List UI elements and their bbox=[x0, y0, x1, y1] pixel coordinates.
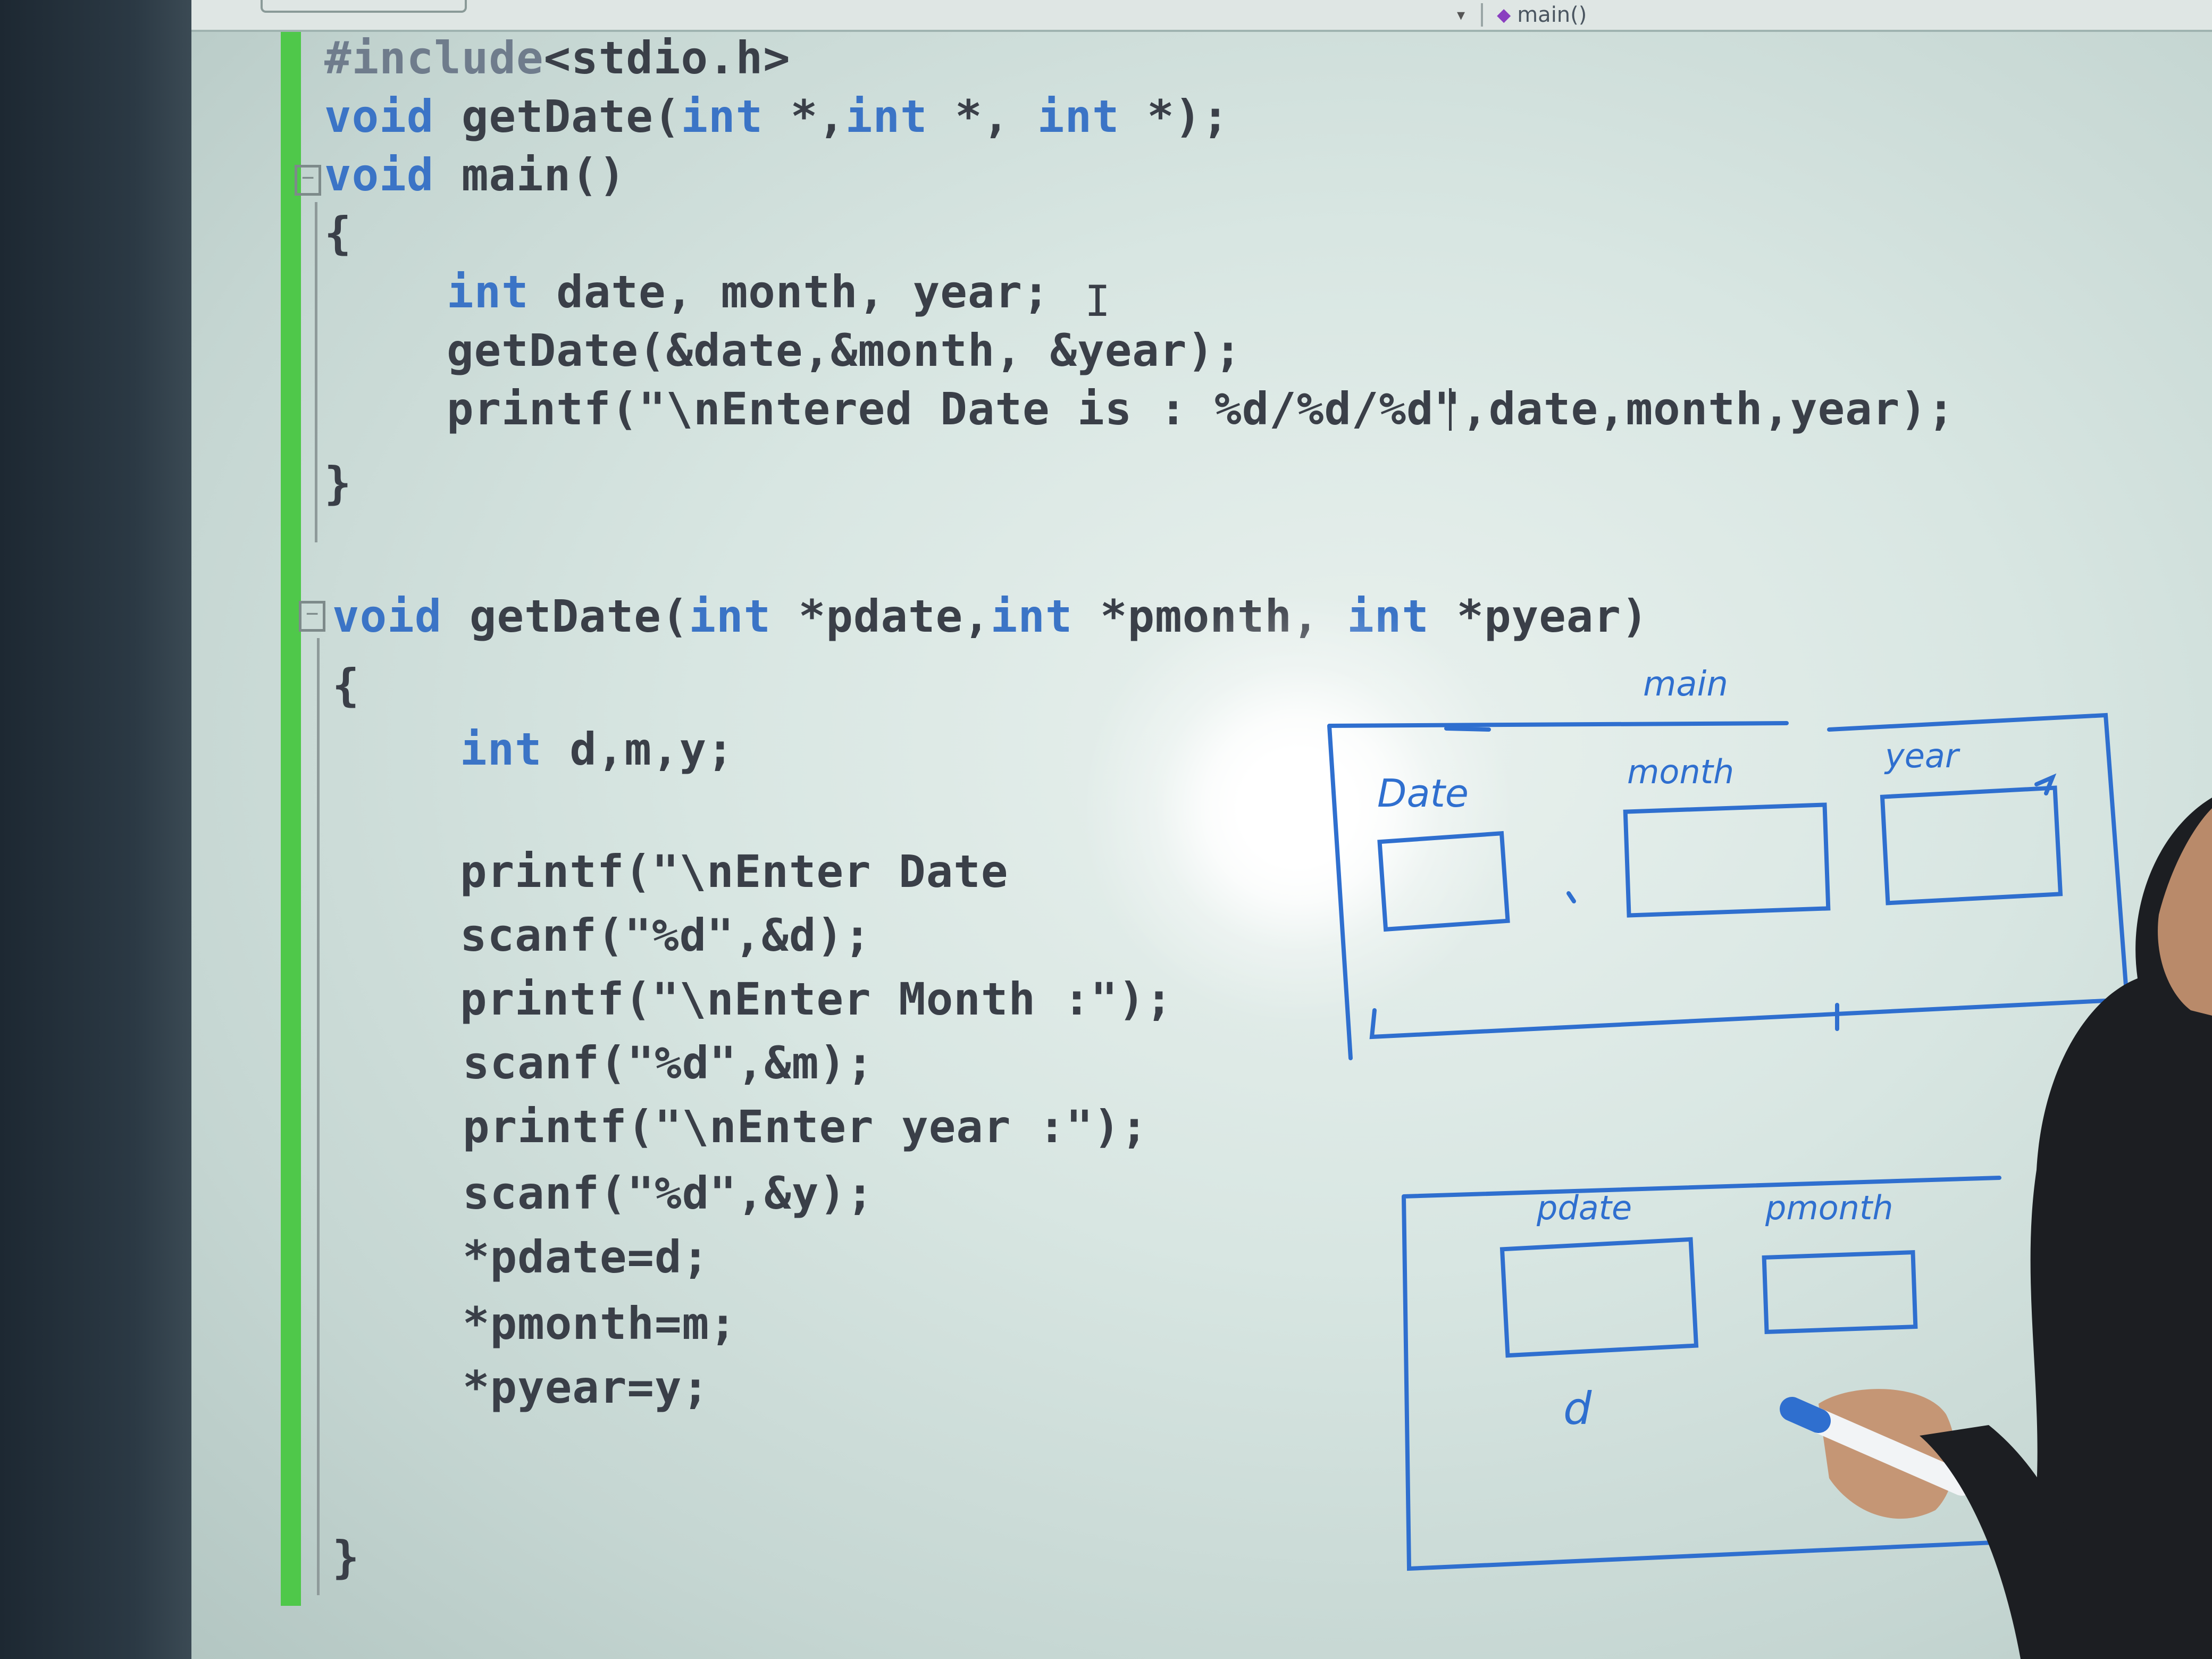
code-text: *pdate=d; bbox=[463, 1231, 710, 1283]
code-text: scanf("%d",&d); bbox=[460, 909, 872, 961]
method-icon: ◆ bbox=[1497, 4, 1511, 26]
code-text: } bbox=[332, 1531, 360, 1583]
collapse-main-icon[interactable]: − bbox=[295, 165, 321, 196]
code-text: scanf("%d",&m); bbox=[463, 1037, 874, 1089]
code-keyword: int bbox=[681, 90, 764, 143]
code-text: printf("\nEnter year :"); bbox=[463, 1101, 1149, 1153]
code-line[interactable]: { bbox=[324, 207, 352, 259]
code-keyword: void bbox=[324, 90, 434, 143]
pmonth-box-label: pmonth bbox=[1765, 1188, 1893, 1227]
code-line[interactable]: scanf("%d",&m); bbox=[463, 1037, 874, 1089]
code-line[interactable]: void getDate(int *,int *, int *); bbox=[324, 90, 1229, 143]
code-text: { bbox=[332, 659, 360, 711]
code-text: *pdate, bbox=[771, 590, 991, 642]
code-text: scanf("%d",&y); bbox=[463, 1167, 874, 1219]
code-text: { bbox=[324, 207, 352, 259]
code-keyword: int bbox=[1347, 590, 1429, 642]
fold-guide-getdate bbox=[317, 638, 320, 1595]
code-line[interactable]: } bbox=[332, 1531, 360, 1583]
collapse-getdate-icon[interactable]: − bbox=[299, 601, 325, 632]
code-line[interactable]: printf("\nEnter year :"); bbox=[463, 1101, 1148, 1153]
code-text: getDate( bbox=[434, 90, 681, 143]
pyear-box-label: pyear bbox=[2074, 1164, 2163, 1201]
member-dropdown-label: main() bbox=[1517, 3, 1587, 27]
code-line[interactable]: printf("\nEnter Month :"); bbox=[460, 973, 1173, 1025]
code-line[interactable]: void getDate(int *pdate,int *pmonth, int… bbox=[332, 590, 1649, 642]
code-line[interactable]: int d,m,y; bbox=[460, 723, 734, 775]
code-preprocessor: #include bbox=[324, 32, 544, 84]
code-keyword: int bbox=[447, 266, 529, 318]
date-box-label: Date bbox=[1377, 771, 1469, 816]
code-line[interactable]: { bbox=[332, 659, 360, 711]
code-line[interactable]: printf("\nEntered Date is : %d/%d/%d",da… bbox=[447, 383, 1955, 435]
code-line[interactable]: } bbox=[324, 457, 352, 509]
code-text: *pyear) bbox=[1429, 590, 1649, 642]
chevron-down-icon[interactable]: ▾ bbox=[1457, 6, 1465, 24]
code-text: d,m,y; bbox=[542, 723, 734, 775]
code-line[interactable]: *pdate=d; bbox=[463, 1231, 709, 1283]
member-dropdown[interactable]: ▾ ◆ main() bbox=[1457, 3, 1587, 27]
code-line[interactable]: #include<stdio.h> bbox=[324, 32, 791, 84]
year-box bbox=[1880, 785, 2063, 906]
change-tracking-bar bbox=[281, 32, 301, 1606]
code-text: printf("\nEntered Date is : %d/%d/%d",da… bbox=[447, 383, 1955, 435]
main-frame-title: main bbox=[1643, 665, 1728, 704]
getdate-frame-outline bbox=[1402, 1176, 2007, 1571]
code-text: *pyear=y; bbox=[463, 1361, 710, 1413]
code-line[interactable]: *pmonth=m; bbox=[463, 1297, 737, 1350]
code-text: *pmonth, bbox=[1073, 590, 1347, 642]
month-box-label: month bbox=[1627, 752, 1735, 791]
code-keyword: int bbox=[990, 590, 1073, 642]
code-line[interactable]: void main() bbox=[324, 149, 626, 201]
projected-ide-screen: ▾ ◆ main() − − #include<stdio.h> void get… bbox=[191, 0, 2212, 1659]
code-text: *); bbox=[1119, 90, 1229, 143]
code-text: } bbox=[324, 457, 352, 509]
editor-navigation-bar: ▾ ◆ main() bbox=[191, 0, 2212, 32]
code-text: getDate(&date,&month, &year); bbox=[447, 324, 1242, 376]
year-box-label: year bbox=[1885, 736, 1959, 775]
code-keyword: void bbox=[332, 590, 442, 642]
pdate-box-label: pdate bbox=[1537, 1188, 1632, 1227]
code-text: <stdio.h> bbox=[543, 32, 791, 84]
code-text: main() bbox=[434, 149, 626, 201]
text-caret bbox=[1449, 388, 1452, 431]
code-line[interactable]: printf("\nEnter Date bbox=[460, 845, 1008, 898]
date-box bbox=[1377, 831, 1510, 932]
d-note: d bbox=[1563, 1382, 1592, 1435]
dropdown-divider bbox=[1481, 3, 1484, 27]
code-keyword: int bbox=[1037, 90, 1120, 143]
code-text: printf("\nEnter Date bbox=[460, 845, 1009, 898]
pdate-box bbox=[1499, 1237, 1699, 1358]
code-text: *, bbox=[763, 90, 845, 143]
scope-dropdown[interactable] bbox=[261, 0, 467, 13]
code-keyword: int bbox=[845, 90, 928, 143]
code-text: *, bbox=[927, 90, 1037, 143]
pmonth-box bbox=[1762, 1250, 1918, 1334]
fold-guide-main bbox=[315, 202, 317, 542]
code-text: getDate( bbox=[442, 590, 689, 642]
code-line[interactable]: *pyear=y; bbox=[463, 1361, 709, 1413]
code-text: date, month, year; bbox=[529, 266, 1050, 318]
code-text: *pmonth=m; bbox=[463, 1297, 737, 1350]
code-line[interactable]: scanf("%d",&y); bbox=[463, 1167, 874, 1219]
code-text: printf("\nEnter Month :"); bbox=[460, 973, 1173, 1025]
code-line[interactable]: int date, month, year; bbox=[447, 266, 1050, 318]
code-line[interactable]: scanf("%d",&d); bbox=[460, 909, 872, 961]
code-keyword: int bbox=[689, 590, 772, 642]
code-keyword: void bbox=[324, 149, 434, 201]
room-wall bbox=[0, 0, 191, 1659]
month-box bbox=[1623, 802, 1831, 918]
mouse-ibeam-cursor: I bbox=[1085, 276, 1111, 326]
code-line[interactable]: getDate(&date,&month, &year); bbox=[447, 324, 1242, 376]
code-keyword: int bbox=[460, 723, 542, 775]
